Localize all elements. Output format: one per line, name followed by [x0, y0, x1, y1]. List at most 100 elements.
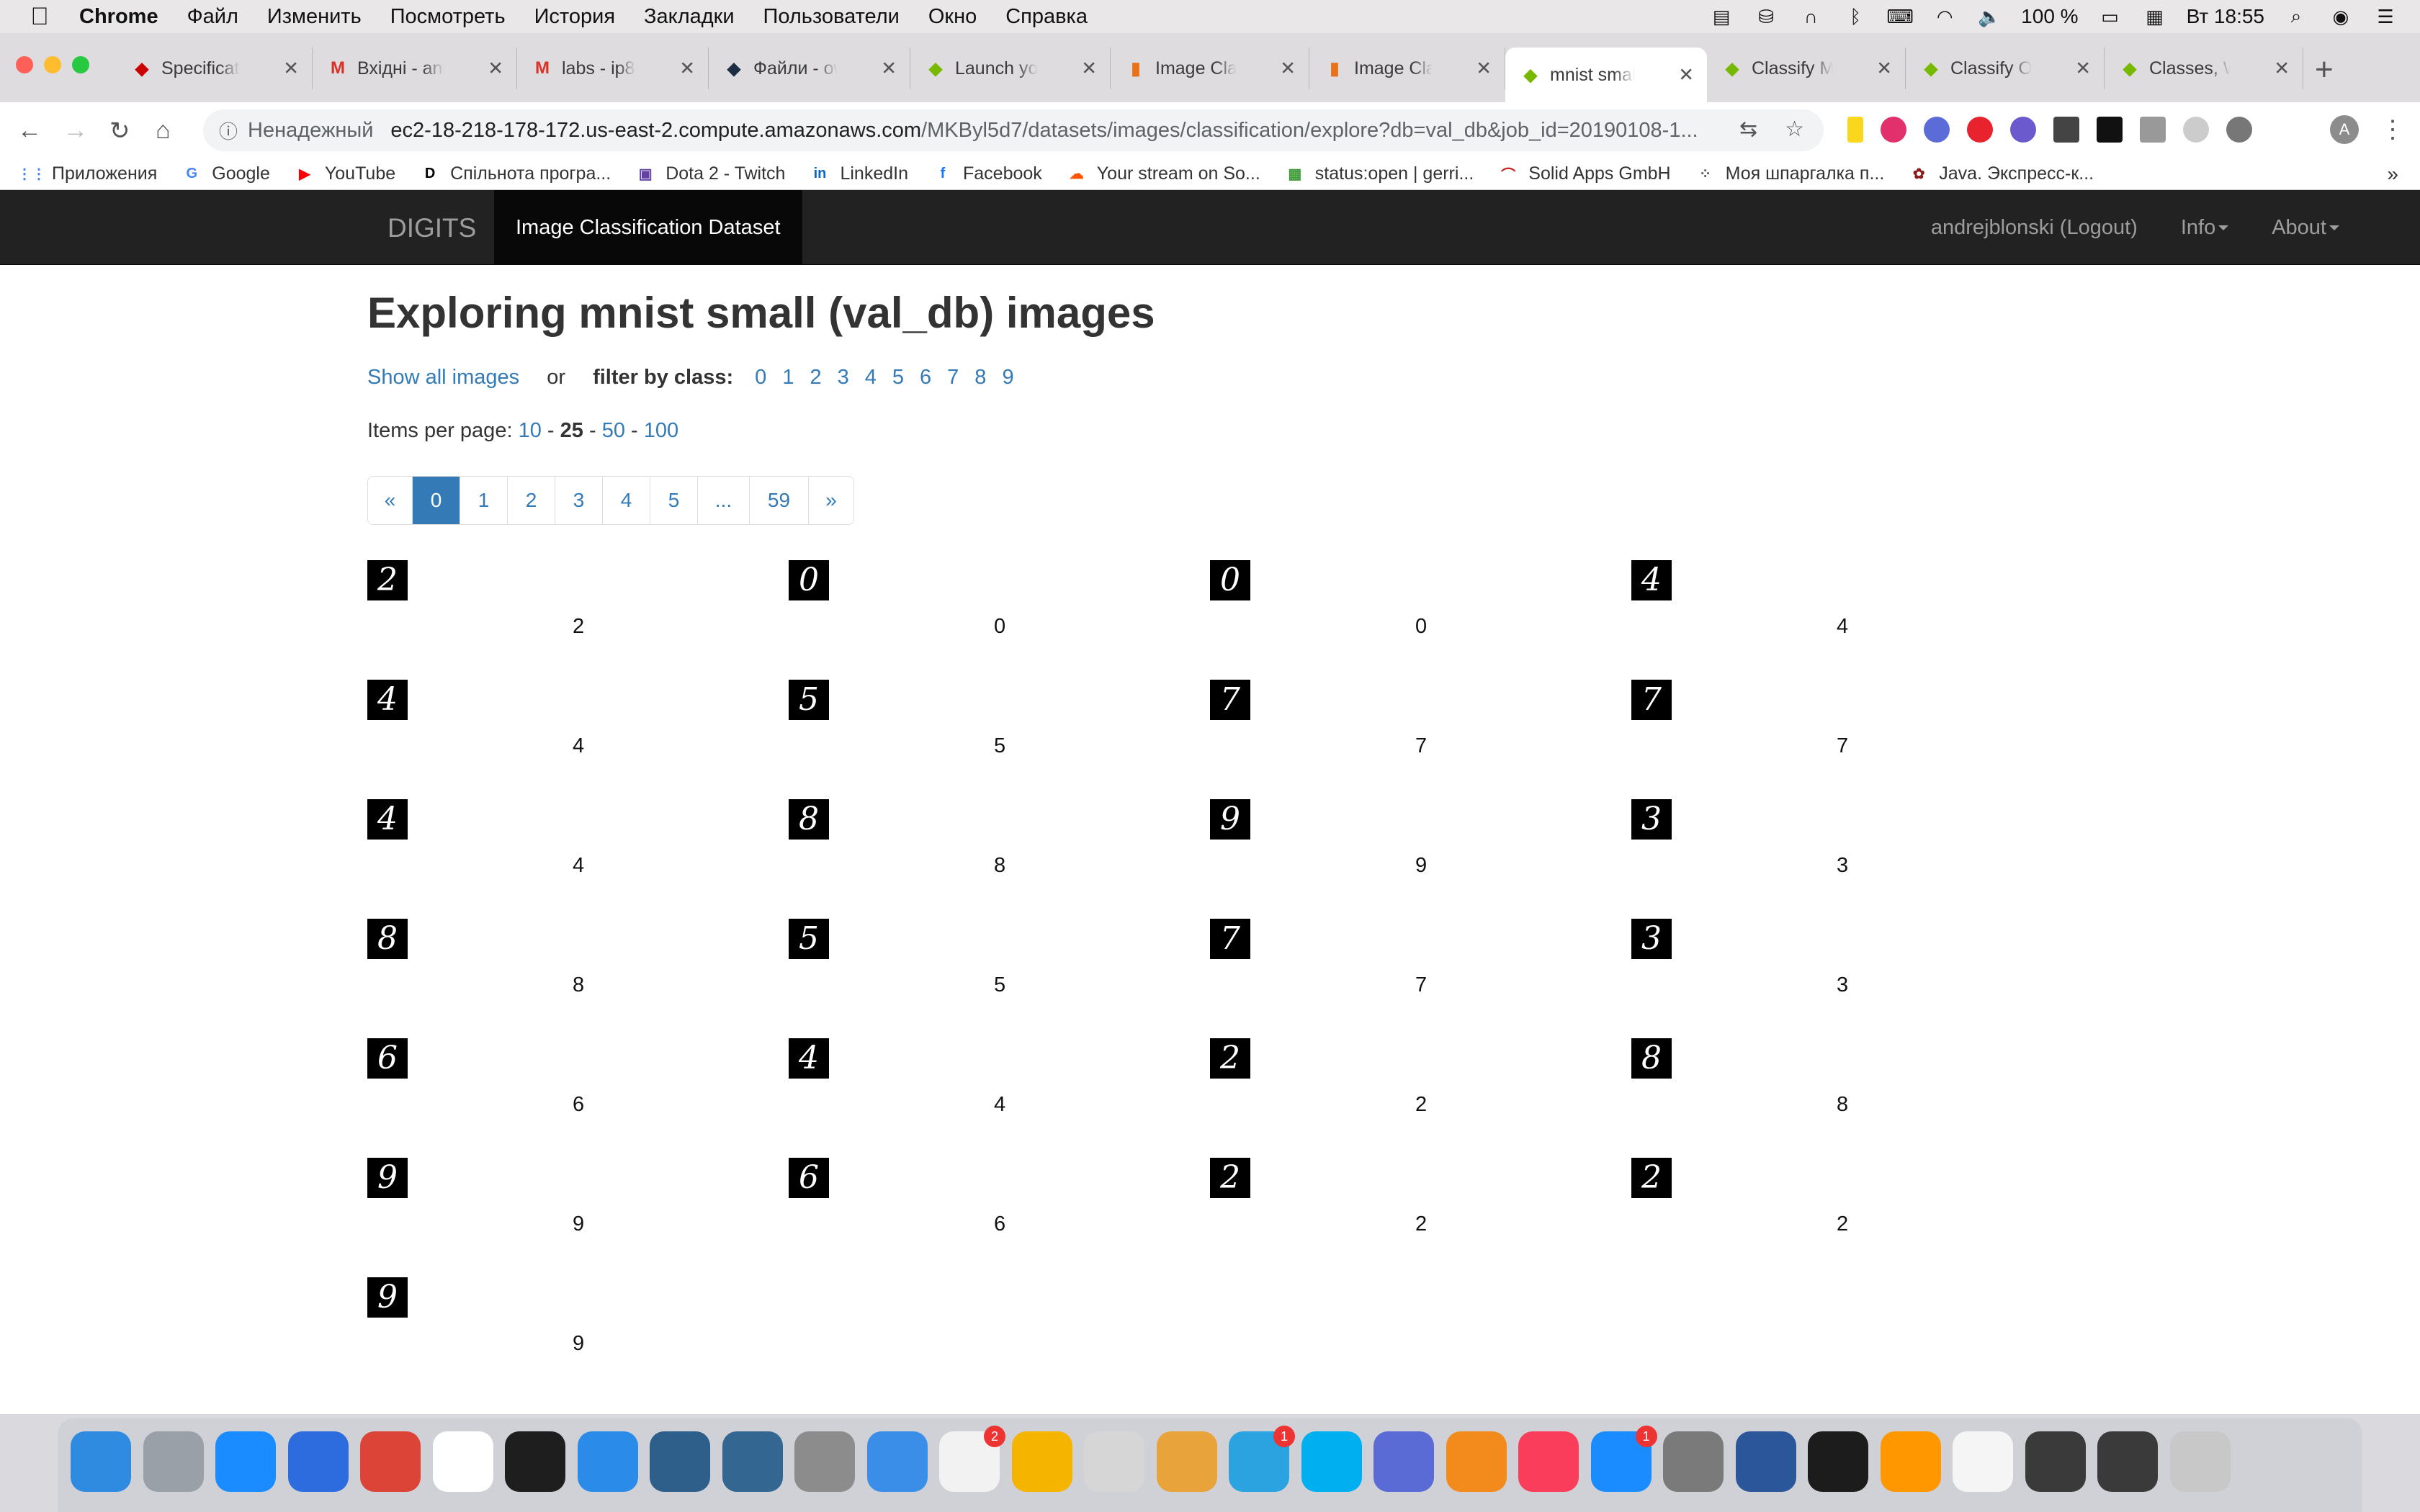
extension-icon[interactable] [2010, 117, 2036, 143]
pager-page[interactable]: 3 [555, 477, 603, 524]
app-store-icon[interactable]: 1 [1590, 1426, 1657, 1492]
trash-icon[interactable] [2169, 1431, 2231, 1492]
digit-thumbnail[interactable]: 7 [1631, 680, 1672, 720]
bookmark-item[interactable]: f Facebook [933, 163, 1042, 184]
tab-4[interactable]: ◆ Launch your ✕ [910, 48, 1111, 89]
digit-thumbnail[interactable]: 9 [1210, 799, 1250, 840]
close-tab-icon[interactable]: ✕ [1476, 58, 1492, 80]
brand-link[interactable]: DIGITS [387, 213, 476, 243]
pager-page[interactable]: 4 [603, 477, 650, 524]
pager-page[interactable]: 1 [460, 477, 508, 524]
pager-page[interactable]: 2 [508, 477, 555, 524]
info-icon[interactable]: ⓘ [219, 117, 238, 144]
notification-center-icon[interactable]: ☰ [2372, 6, 2398, 27]
bookmark-item[interactable]: ☁ Your stream on So... [1067, 163, 1260, 184]
tab-2[interactable]: Mlabs - ip84m ✕ [517, 48, 709, 89]
extension-icon[interactable] [2183, 117, 2209, 143]
bookmark-item[interactable]: D Спільнота програ... [420, 163, 611, 184]
bookmark-item[interactable]: ⌒ Solid Apps GmbH [1498, 163, 1670, 184]
per-page-100-link[interactable]: 100 [644, 419, 678, 442]
class-filter-link[interactable]: 5 [892, 366, 904, 389]
digit-thumbnail[interactable]: 2 [367, 560, 408, 600]
system-preferences-icon[interactable] [1663, 1431, 1724, 1492]
tab-6[interactable]: ▮ Image Classif ✕ [1309, 48, 1505, 89]
digit-thumbnail[interactable]: 4 [367, 799, 408, 840]
screenshot-thumbnail-icon[interactable] [2025, 1431, 2086, 1492]
game-icon[interactable] [1373, 1431, 1434, 1492]
extension-icon[interactable] [1847, 117, 1863, 143]
tab-5[interactable]: ▮ Image Classif ✕ [1111, 48, 1309, 89]
menu-app-name[interactable]: Chrome [79, 5, 158, 29]
menu-people[interactable]: Пользователи [763, 5, 900, 29]
intellij-icon[interactable] [505, 1431, 565, 1492]
logout-link[interactable]: andrejblonski (Logout) [1931, 216, 2138, 240]
simplenote-icon[interactable] [866, 1431, 928, 1492]
volume-icon[interactable]: 🔈 [1976, 6, 2002, 27]
digit-thumbnail[interactable]: 2 [1631, 1158, 1672, 1198]
skype-icon[interactable] [1301, 1431, 1362, 1492]
digit-thumbnail[interactable]: 7 [1210, 680, 1250, 720]
digit-thumbnail[interactable]: 2 [1210, 1158, 1250, 1198]
chrome-icon[interactable] [360, 1431, 421, 1492]
pager-page[interactable]: 59 [750, 477, 809, 524]
close-tab-icon[interactable]: ✕ [679, 58, 695, 80]
nav-active-item[interactable]: Image Classification Dataset [494, 190, 802, 265]
close-tab-icon[interactable]: ✕ [2075, 58, 2091, 80]
mysql-workbench-icon[interactable] [650, 1431, 710, 1492]
profile-avatar[interactable]: A [2330, 115, 2359, 144]
digit-thumbnail[interactable]: 4 [367, 680, 408, 720]
keynote-icon[interactable] [1156, 1431, 1217, 1492]
extension-icon[interactable] [2097, 117, 2123, 143]
drive-icon[interactable]: ⛁ [1753, 6, 1779, 27]
tab-7[interactable]: ◆ mnist small - ✕ [1505, 48, 1707, 102]
bookmark-star-icon[interactable]: ☆ [1785, 117, 1804, 142]
security-indicator[interactable]: Ненадежный [248, 119, 373, 143]
tray-app-icon[interactable]: ▤ [1708, 6, 1734, 27]
tab-8[interactable]: ◆ Classify Man ✕ [1707, 48, 1906, 89]
siri-icon[interactable]: ◉ [2328, 6, 2354, 27]
show-all-images-link[interactable]: Show all images [367, 366, 519, 389]
more-bookmarks-icon[interactable]: » [2387, 163, 2398, 186]
bookmark-item[interactable]: ⁘ Моя шпаргалка п... [1695, 163, 1884, 184]
new-tab-button[interactable]: + [2315, 52, 2334, 88]
photos-icon[interactable] [1011, 1431, 1072, 1492]
extension-icon[interactable] [1924, 117, 1950, 143]
digit-thumbnail[interactable]: 6 [789, 1158, 829, 1198]
close-window-button[interactable] [16, 56, 33, 73]
chrome-menu-icon[interactable]: ⋮ [2380, 115, 2405, 144]
menu-bookmarks[interactable]: Закладки [644, 5, 735, 29]
class-filter-link[interactable]: 4 [865, 366, 877, 389]
forward-arrow-icon[interactable]: → [63, 117, 88, 145]
class-filter-link[interactable]: 3 [838, 366, 849, 389]
digit-thumbnail[interactable]: 8 [1631, 1038, 1672, 1079]
close-tab-icon[interactable]: ✕ [2274, 58, 2290, 80]
digit-thumbnail[interactable]: 9 [367, 1158, 408, 1198]
headphones-icon[interactable]: ∩ [1798, 6, 1824, 27]
close-tab-icon[interactable]: ✕ [488, 58, 503, 80]
class-filter-link[interactable]: 0 [755, 366, 766, 389]
tab-0[interactable]: ◆ Specification ✕ [117, 48, 313, 89]
class-filter-link[interactable]: 7 [947, 366, 959, 389]
database-icon[interactable] [794, 1431, 855, 1492]
digit-thumbnail[interactable]: 4 [789, 1038, 829, 1079]
menu-help[interactable]: Справка [1005, 5, 1088, 29]
class-filter-link[interactable]: 8 [974, 366, 986, 389]
about-dropdown[interactable]: About [2272, 216, 2339, 240]
xcode-icon[interactable] [577, 1431, 638, 1492]
digit-thumbnail[interactable]: 2 [1210, 1038, 1250, 1079]
close-tab-icon[interactable]: ✕ [881, 58, 897, 80]
close-tab-icon[interactable]: ✕ [1081, 58, 1097, 80]
digit-thumbnail[interactable]: 4 [1631, 560, 1672, 600]
bookmark-item[interactable]: G Google [182, 163, 269, 184]
pager-page[interactable]: 5 [650, 477, 698, 524]
infinity-extension-icon[interactable] [2226, 117, 2252, 143]
apple-menu-icon[interactable]:  [0, 3, 79, 31]
close-tab-icon[interactable]: ✕ [1876, 58, 1892, 80]
digit-thumbnail[interactable]: 7 [1210, 919, 1250, 959]
digit-thumbnail[interactable]: 8 [367, 919, 408, 959]
finder-icon[interactable] [71, 1431, 131, 1492]
per-page-50-link[interactable]: 50 [602, 419, 625, 442]
bookmark-item[interactable]: ✿ Java. Экспресс-к... [1909, 163, 2094, 184]
tab-1[interactable]: M Вхідні - andr ✕ [313, 48, 517, 89]
postgres-icon[interactable] [722, 1431, 783, 1492]
